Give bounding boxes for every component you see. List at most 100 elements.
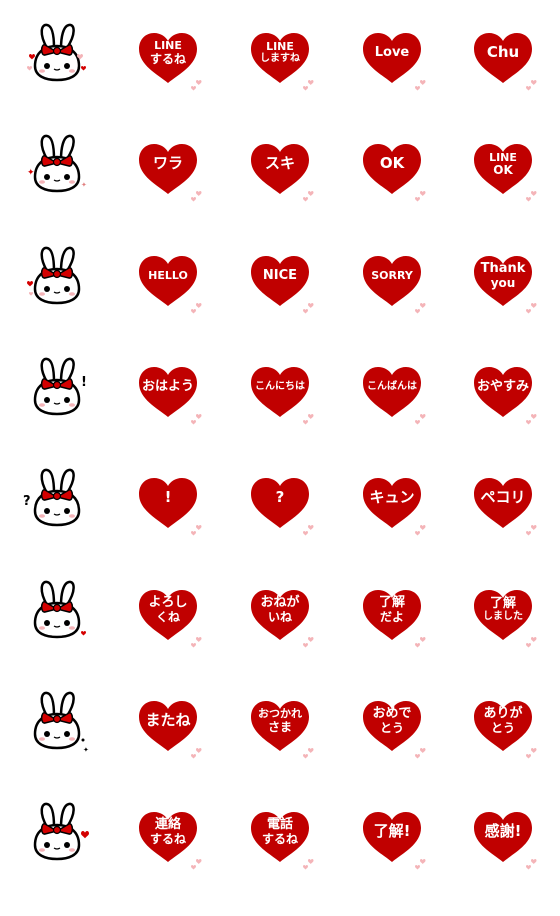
rabbit-icon [21,14,93,86]
heart-sticker[interactable]: おつかれ さま [224,694,336,805]
sticker-line2: とう [379,720,404,735]
heart-icon: 了解 しました [472,587,534,641]
heart-icon: ? [249,475,311,529]
sticker-text: おめで とう [361,698,423,744]
heart-sticker[interactable]: OK [336,137,448,248]
small-hearts-icon [414,523,428,537]
rabbit-sticker[interactable] [1,22,113,133]
sticker-line1: 了解 [378,594,405,610]
sticker-line1: ワラ [152,154,183,173]
heart-sticker[interactable]: LINE OK [447,137,559,248]
heart-sticker[interactable]: スキ [224,137,336,248]
heart-icon: 了解! [361,809,423,863]
sticker-text: Thank you [472,253,534,299]
heart-sticker[interactable]: NICE [224,249,336,360]
sticker-text: 了解 しました [472,587,534,633]
heart-icon: おつかれ さま [249,698,311,752]
sticker-line2: いね [267,609,292,624]
heart-icon: LINE しますね [249,30,311,84]
heart-icon: おめで とう [361,698,423,752]
sticker-line2: you [490,275,516,290]
sticker-line1: Thank [480,260,526,276]
sticker-line2: するね [149,832,186,847]
small-hearts-icon [302,301,316,315]
sticker-line2: しますね [260,53,300,65]
heart-sticker[interactable]: Love [336,26,448,137]
sticker-text: またね [137,698,199,744]
heart-sticker[interactable]: おやすみ [447,360,559,471]
rabbit-sticker[interactable]: ✦ [1,690,113,801]
heart-sticker[interactable]: 電話 するね [224,805,336,916]
sticker-line2: するね [261,832,298,847]
heart-sticker[interactable]: よろし くね [112,583,224,694]
small-hearts-icon [414,746,428,760]
heart-sticker[interactable]: ありが とう [447,694,559,805]
sticker-line2: とう [490,720,515,735]
small-hearts-icon [302,412,316,426]
heart-sticker[interactable]: 了解 しました [447,583,559,694]
heart-icon: おやすみ [472,364,534,418]
sticker-text: ? [249,475,311,521]
rabbit-icon [21,571,93,643]
sticker-text: LINE OK [472,141,534,187]
heart-icon: おねが いね [249,587,311,641]
small-hearts-icon [414,189,428,203]
heart-sticker[interactable]: Thank you [447,249,559,360]
rabbit-sticker[interactable]: ✦ ✦ [1,133,113,244]
rabbit-sticker[interactable]: ! [1,356,113,467]
sticker-line1: キュン [369,488,415,507]
heart-sticker[interactable]: ペコリ [447,471,559,582]
heart-sticker[interactable]: おめで とう [336,694,448,805]
heart-sticker[interactable]: ワラ [112,137,224,248]
small-hearts-icon [414,635,428,649]
svg-text:✦: ✦ [81,181,87,189]
small-hearts-icon [302,78,316,92]
heart-sticker[interactable]: ! [112,471,224,582]
heart-sticker[interactable]: 連絡 するね [112,805,224,916]
small-hearts-icon [525,635,539,649]
sticker-line1: ? [275,488,285,507]
rabbit-sticker[interactable]: ? [1,467,113,578]
heart-icon: ペコリ [472,475,534,529]
sticker-line1: よろし [148,594,188,610]
heart-sticker[interactable]: SORRY [336,249,448,360]
sticker-text: こんにちは [249,364,311,410]
heart-sticker[interactable]: Chu [447,26,559,137]
heart-sticker[interactable]: おはよう [112,360,224,471]
sticker-line1: 連絡 [154,817,181,833]
sticker-line1: ありが [483,706,523,722]
heart-sticker[interactable]: こんにちは [224,360,336,471]
heart-sticker[interactable]: こんばんは [336,360,448,471]
sticker-line1: 了解 [489,595,516,611]
small-hearts-icon [190,746,204,760]
heart-sticker[interactable]: キュン [336,471,448,582]
heart-icon: 感謝! [472,809,534,863]
rabbit-sticker[interactable] [1,245,113,356]
sticker-text: NICE [249,253,311,299]
heart-sticker[interactable]: HELLO [112,249,224,360]
sticker-text: こんばんは [361,364,423,410]
rabbit-sticker[interactable] [1,801,113,912]
sticker-line1: OK [379,154,405,173]
sticker-line1: LINE [266,40,294,54]
heart-sticker[interactable]: LINE するね [112,26,224,137]
rabbit-sticker[interactable] [1,579,113,690]
sticker-line1: LINE [154,39,182,53]
heart-sticker[interactable]: おねが いね [224,583,336,694]
heart-sticker[interactable]: またね [112,694,224,805]
heart-sticker[interactable]: 了解 だよ [336,583,448,694]
heart-sticker[interactable]: 感謝! [447,805,559,916]
sticker-line1: スキ [264,154,295,173]
small-hearts-icon [302,635,316,649]
heart-sticker[interactable]: LINE しますね [224,26,336,137]
heart-sticker[interactable]: 了解! [336,805,448,916]
sticker-line1: HELLO [148,268,188,282]
sticker-text: LINE しますね [249,30,311,76]
sticker-line1: Chu [486,43,520,62]
sticker-text: 了解 だよ [361,587,423,633]
sticker-line1: ペコリ [480,488,526,507]
small-hearts-icon [414,857,428,871]
rabbit-icon [21,237,93,309]
sticker-text: よろし くね [137,587,199,633]
heart-sticker[interactable]: ? [224,471,336,582]
